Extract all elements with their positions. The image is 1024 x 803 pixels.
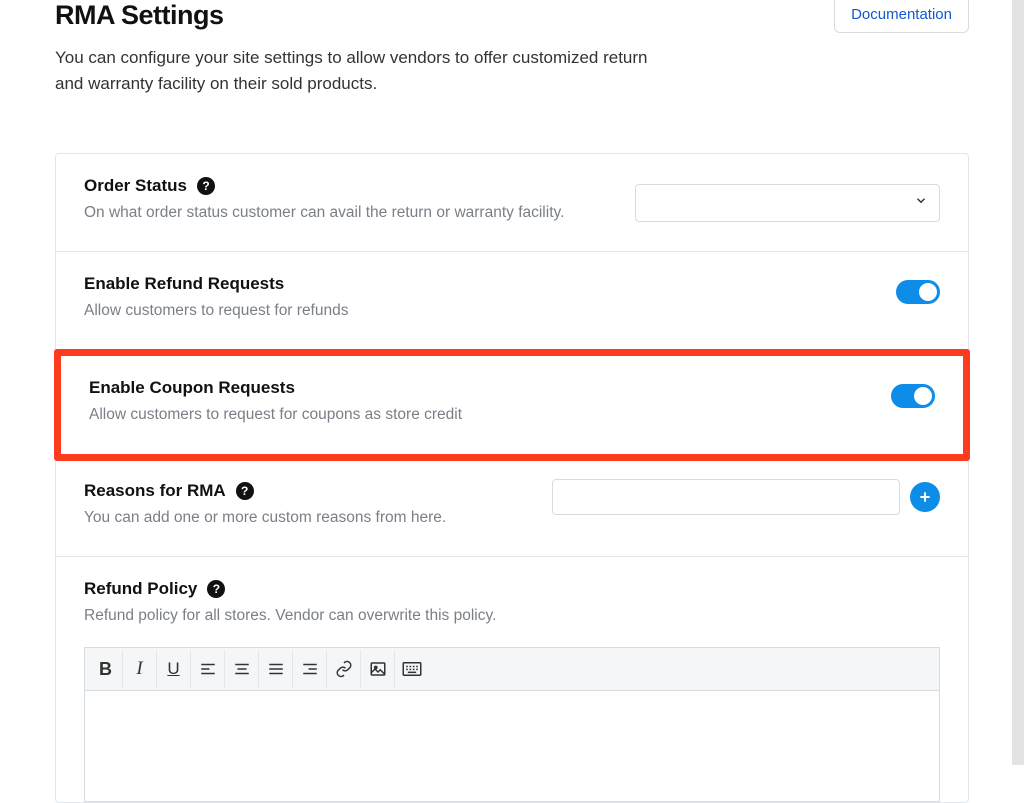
- italic-button[interactable]: I: [123, 650, 157, 688]
- setting-row-reasons: Reasons for RMA ? You can add one or mor…: [56, 459, 968, 558]
- refund-requests-toggle[interactable]: [896, 280, 940, 304]
- reasons-desc: You can add one or more custom reasons f…: [84, 507, 552, 529]
- order-status-desc: On what order status customer can avail …: [84, 202, 635, 224]
- bold-button[interactable]: B: [89, 650, 123, 688]
- help-icon[interactable]: ?: [197, 177, 215, 195]
- help-icon[interactable]: ?: [207, 580, 225, 598]
- help-icon[interactable]: ?: [236, 482, 254, 500]
- align-center-button[interactable]: [225, 650, 259, 688]
- editor-content[interactable]: [85, 691, 939, 801]
- align-right-button[interactable]: [293, 650, 327, 688]
- refund-requests-desc: Allow customers to request for refunds: [84, 300, 896, 322]
- refund-requests-label: Enable Refund Requests: [84, 274, 284, 294]
- link-button[interactable]: [327, 650, 361, 688]
- page-title: RMA Settings: [55, 0, 675, 31]
- order-status-select[interactable]: [635, 184, 940, 222]
- keyboard-button[interactable]: [395, 650, 429, 688]
- reasons-label: Reasons for RMA: [84, 481, 226, 501]
- refund-policy-label: Refund Policy: [84, 579, 197, 599]
- coupon-requests-label: Enable Coupon Requests: [89, 378, 295, 398]
- reasons-input[interactable]: [552, 479, 900, 515]
- align-left-button[interactable]: [191, 650, 225, 688]
- order-status-label: Order Status: [84, 176, 187, 196]
- align-justify-button[interactable]: [259, 650, 293, 688]
- coupon-requests-desc: Allow customers to request for coupons a…: [89, 404, 891, 426]
- refund-policy-desc: Refund policy for all stores. Vendor can…: [84, 605, 940, 627]
- editor-toolbar: B I U: [85, 648, 939, 691]
- setting-row-refund-policy: Refund Policy ? Refund policy for all st…: [56, 557, 968, 802]
- underline-button[interactable]: U: [157, 650, 191, 688]
- setting-row-order-status: Order Status ? On what order status cust…: [56, 154, 968, 253]
- settings-panel: Order Status ? On what order status cust…: [55, 153, 969, 803]
- setting-row-coupon-requests: Enable Coupon Requests Allow customers t…: [54, 349, 970, 461]
- setting-row-refund-requests: Enable Refund Requests Allow customers t…: [56, 252, 968, 351]
- add-reason-button[interactable]: [910, 482, 940, 512]
- coupon-requests-toggle[interactable]: [891, 384, 935, 408]
- refund-policy-editor: B I U: [84, 647, 940, 802]
- documentation-button[interactable]: Documentation: [834, 0, 969, 33]
- image-button[interactable]: [361, 650, 395, 688]
- page-description: You can configure your site settings to …: [55, 45, 675, 98]
